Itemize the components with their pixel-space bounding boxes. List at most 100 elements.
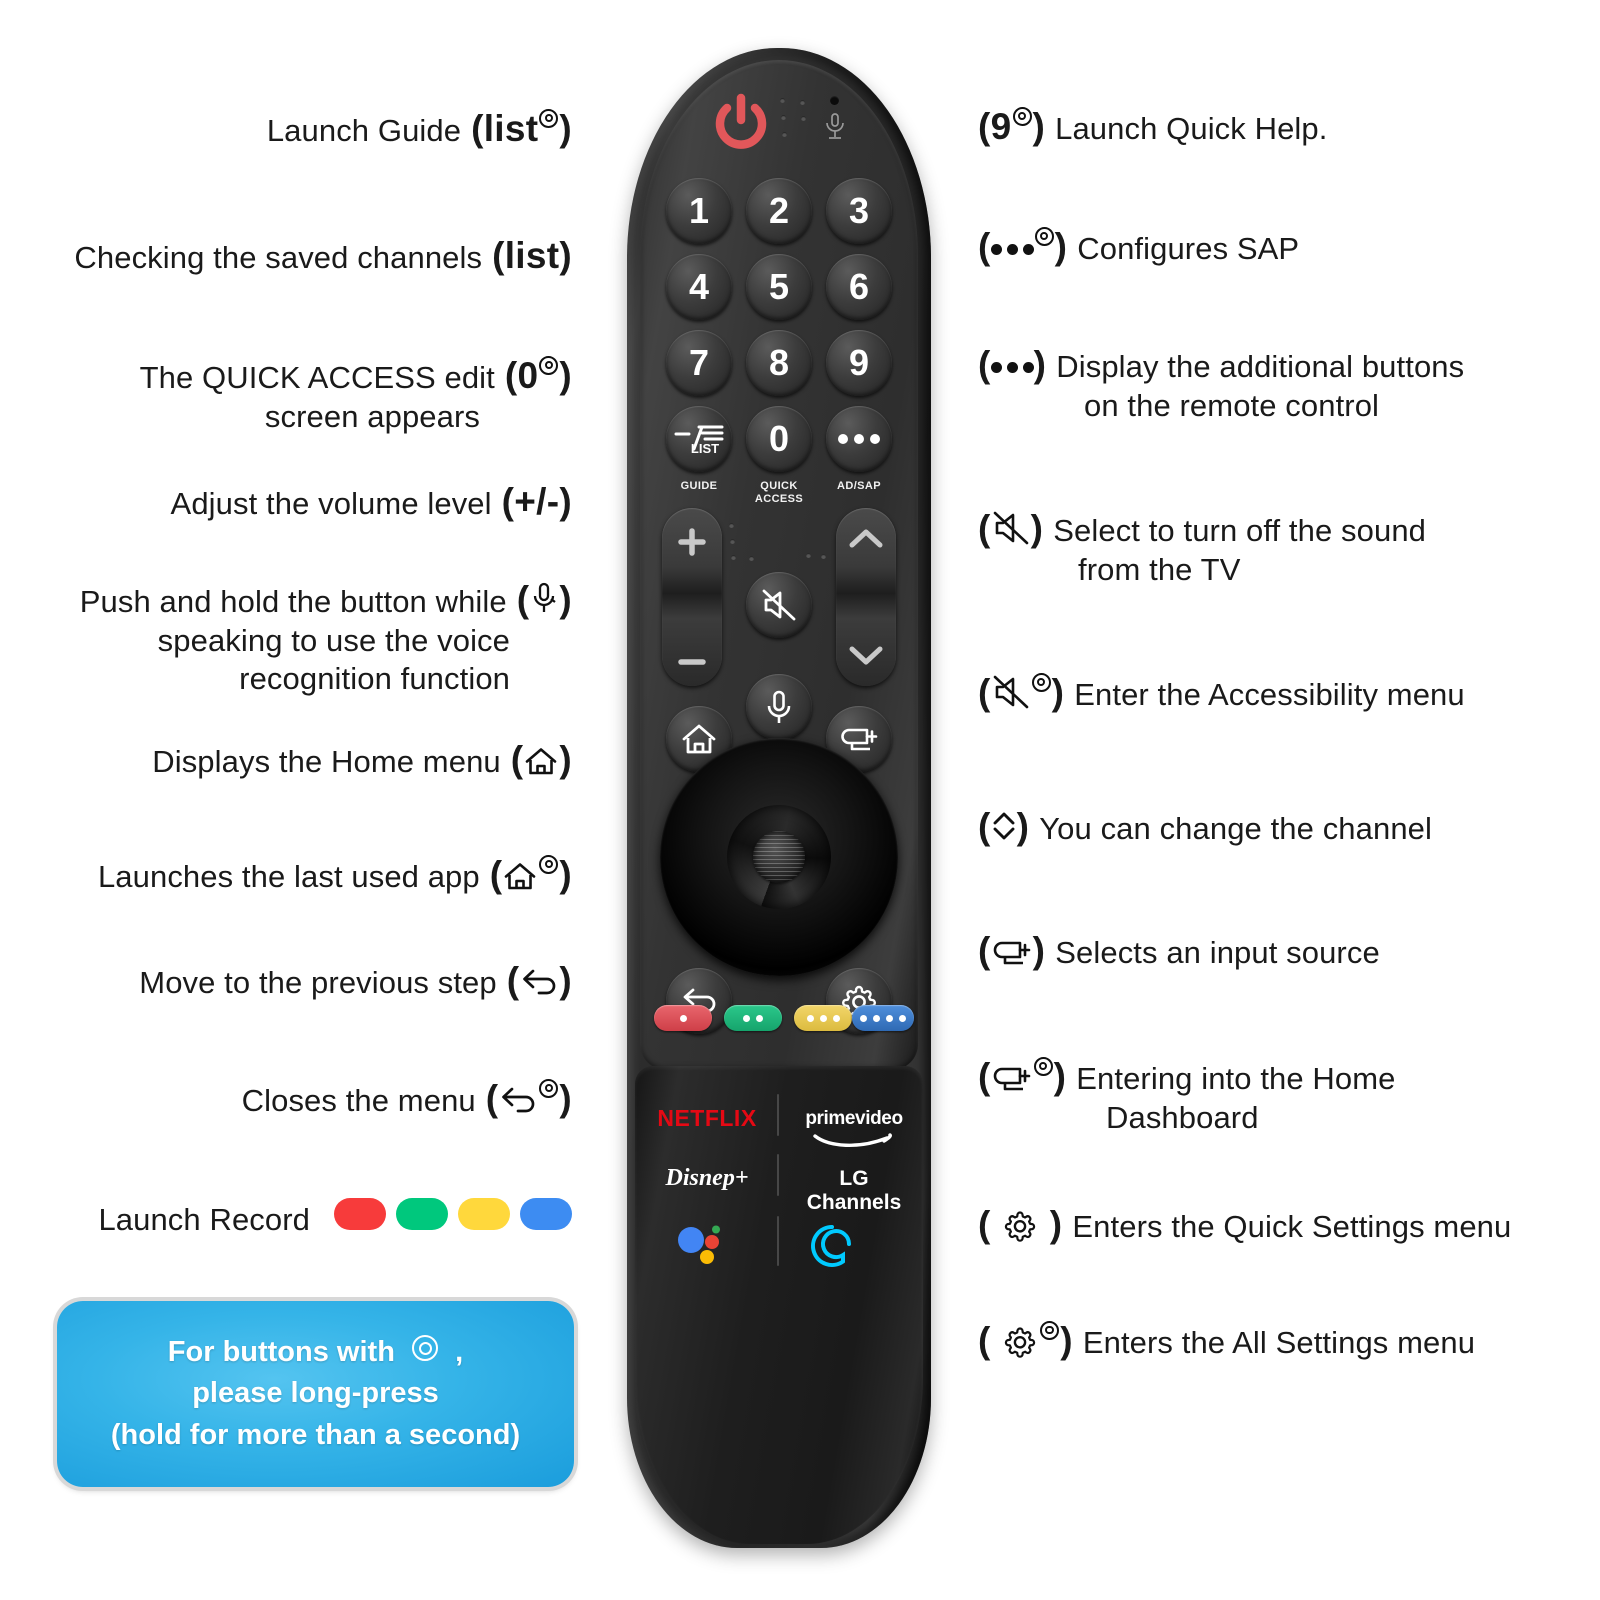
callout-key: ()	[489, 854, 572, 895]
callout-quick-settings: ( ) Enters the Quick Settings menu	[978, 1202, 1511, 1247]
callout-desc-2: on the remote control	[1084, 388, 1380, 424]
key-label: 4	[688, 266, 710, 307]
key-label: 7	[688, 342, 710, 383]
app-button-lg-channels[interactable]: LG Channels	[790, 1167, 918, 1215]
app-button-disney-plus[interactable]: Disnep+	[648, 1165, 766, 1192]
mute-icon	[993, 511, 1028, 545]
color-button-blue[interactable]	[852, 1005, 914, 1031]
callout-additional-buttons: () Display the additional buttons on the…	[978, 342, 1464, 425]
key-label: 9	[848, 342, 870, 383]
callout-desc: Adjust the volume level	[170, 486, 492, 521]
volume-rocker[interactable]	[662, 508, 722, 686]
key-list-guide[interactable]: LIST	[666, 406, 732, 472]
callout-key: ()	[978, 672, 1065, 713]
channel-updown-icon	[993, 812, 1015, 840]
home-icon	[682, 724, 716, 754]
app-divider-3	[777, 1216, 779, 1266]
color-button-yellow[interactable]	[794, 1005, 852, 1031]
callout-input-source: () Selects an input source	[978, 928, 1380, 973]
callout-quick-access-edit: The QUICK ACCESS edit (0) screen appears	[140, 353, 572, 436]
key-4[interactable]: 4	[666, 254, 732, 320]
key-0-quick-access[interactable]: 0	[746, 406, 812, 472]
key-7[interactable]: 7	[666, 330, 732, 396]
callout-key: ( )	[978, 1204, 1063, 1245]
alexa-icon[interactable]	[810, 1224, 854, 1268]
key-3[interactable]: 3	[826, 178, 892, 244]
callout-desc-2: Dashboard	[1106, 1100, 1259, 1136]
callout-desc: Select to turn off the sound	[1053, 513, 1427, 548]
callout-launch-record: Launch Record	[98, 1198, 572, 1239]
key-1[interactable]: 1	[666, 178, 732, 244]
callout-key: (9)	[978, 106, 1046, 147]
swatch-green	[396, 1198, 448, 1230]
prime-smile-icon	[813, 1133, 892, 1148]
callout-desc: Launch Quick Help.	[1055, 111, 1328, 146]
key-6[interactable]: 6	[826, 254, 892, 320]
note-line-2: please long-press	[192, 1377, 439, 1410]
long-press-ring-icon	[1040, 1320, 1060, 1340]
record-color-swatches	[334, 1198, 572, 1230]
long-press-ring-icon	[1034, 226, 1054, 246]
list-key-text: LIST	[691, 441, 719, 456]
callout-mute: () Select to turn off the sound from the…	[978, 506, 1426, 589]
swatch-blue	[520, 1198, 572, 1230]
callout-volume: Adjust the volume level (+/-)	[171, 479, 572, 524]
callout-change-channel: () You can change the channel	[978, 804, 1432, 849]
callout-key: (+/-)	[501, 481, 572, 522]
channel-up-icon	[849, 529, 883, 548]
key-more-adsap[interactable]	[826, 406, 892, 472]
app-button-netflix[interactable]: NETFLIX	[648, 1105, 766, 1132]
color-button-record-red[interactable]	[654, 1005, 712, 1031]
input-source-icon	[993, 1067, 1030, 1091]
mic-print-icon	[826, 113, 844, 139]
color-button-green[interactable]	[724, 1005, 782, 1031]
callout-key: ()	[978, 930, 1046, 971]
three-dots-icon	[990, 361, 1034, 373]
callout-key: ()	[978, 508, 1044, 549]
key-mute[interactable]	[746, 572, 812, 638]
callout-accessibility: () Enter the Accessibility menu	[978, 670, 1465, 715]
swatch-yellow	[458, 1198, 510, 1230]
input-source-icon	[841, 728, 878, 751]
callout-configures-sap: () Configures SAP	[978, 224, 1299, 269]
callout-desc-2: from the TV	[1078, 552, 1241, 588]
key-9[interactable]: 9	[826, 330, 892, 396]
callout-last-used-app: Launches the last used app ()	[98, 852, 572, 897]
key-8[interactable]: 8	[746, 330, 812, 396]
long-press-ring-icon	[412, 1335, 439, 1362]
channel-rocker[interactable]	[836, 508, 896, 686]
volume-up-icon	[678, 528, 706, 556]
callout-launch-guide: Launch Guide (list)	[267, 106, 572, 151]
key-voice-mic[interactable]	[746, 674, 812, 740]
long-press-note-box: For buttons with , please long-press (ho…	[57, 1301, 574, 1487]
note-line-1: For buttons with ,	[167, 1335, 464, 1369]
callout-key: ()	[506, 960, 572, 1001]
key-label: 3	[848, 190, 870, 231]
gear-icon	[1005, 1211, 1036, 1242]
callout-key: ()	[978, 806, 1030, 847]
wheel-scroll-core[interactable]	[753, 831, 805, 883]
callout-desc: Move to the previous step	[139, 965, 497, 1000]
long-press-ring-icon	[1033, 1056, 1053, 1076]
callout-key: ( )	[978, 1320, 1073, 1361]
label-quick: QUICK	[760, 480, 798, 492]
callout-desc: Checking the saved channels	[74, 240, 483, 275]
app-button-primevideo[interactable]: primevideo	[792, 1108, 916, 1130]
callout-key: (list)	[492, 235, 572, 276]
navigation-wheel[interactable]	[660, 738, 898, 976]
callout-desc: Entering into the Home	[1076, 1061, 1396, 1096]
callout-key: ()	[510, 739, 572, 780]
mic-icon	[767, 690, 791, 723]
callout-desc-2: speaking to use the voice	[157, 623, 510, 659]
callout-quick-help: (9) Launch Quick Help.	[978, 104, 1327, 149]
back-icon	[502, 1087, 535, 1113]
key-5[interactable]: 5	[746, 254, 812, 320]
key-2[interactable]: 2	[746, 178, 812, 244]
callout-desc: Push and hold the button while	[79, 584, 507, 619]
wheel-inner-ring[interactable]	[727, 805, 831, 909]
long-press-ring-icon	[539, 1078, 559, 1098]
long-press-ring-icon	[539, 854, 559, 874]
google-assistant-icon[interactable]	[676, 1223, 732, 1267]
power-button[interactable]	[710, 90, 772, 152]
callout-all-settings: ( ) Enters the All Settings menu	[978, 1318, 1475, 1363]
